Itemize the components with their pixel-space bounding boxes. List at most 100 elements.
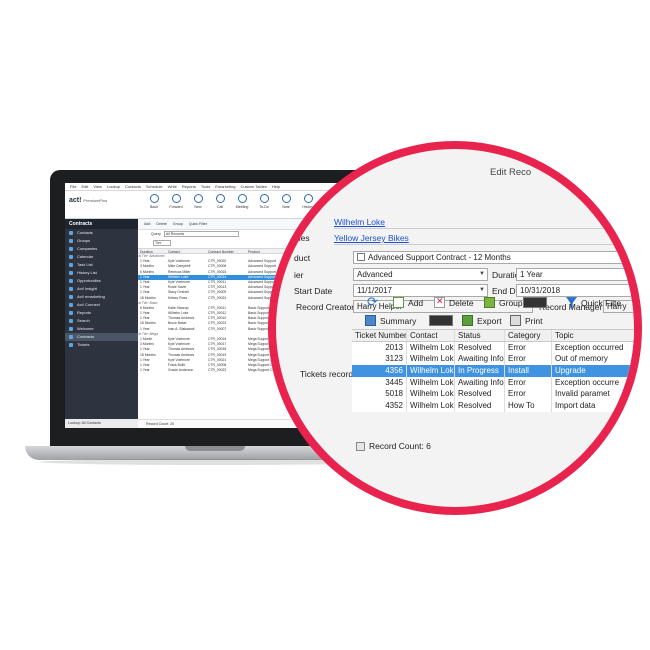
- menu-item-view[interactable]: View: [93, 183, 102, 190]
- ticket-row[interactable]: 2013 Wilhelm Loke Resolved Error Exception o…: [352, 341, 634, 354]
- toolbar-to-do-button[interactable]: To-Do: [255, 194, 273, 209]
- menu-item-file[interactable]: File: [70, 183, 76, 190]
- add-ticket-button[interactable]: Add: [393, 296, 423, 310]
- sidebar-item-calendar[interactable]: Calendar: [65, 253, 138, 261]
- export-icon: [462, 315, 473, 326]
- cell-contact: Wilhelm Loke: [407, 400, 455, 412]
- quick-filter-button[interactable]: Quick Filte: [566, 296, 621, 310]
- company-link[interactable]: Yellow Jersey Bikes: [334, 233, 409, 243]
- tier-chevron-down-icon[interactable]: ▼: [479, 269, 485, 280]
- toolbar-forward-button[interactable]: Forward: [167, 194, 185, 209]
- contact-link[interactable]: Wilhelm Loke: [334, 217, 385, 227]
- menu-item-lookup[interactable]: Lookup: [107, 183, 120, 190]
- delete-label: Delete: [449, 298, 474, 308]
- column-header-topic[interactable]: Topic: [552, 330, 634, 341]
- delete-icon: ✕: [434, 296, 445, 308]
- delete-ticket-button[interactable]: ✕ Delete: [434, 296, 474, 310]
- export-button[interactable]: Export: [462, 314, 502, 328]
- column-header-category[interactable]: Category: [505, 330, 552, 341]
- menu-item-contacts[interactable]: Contacts: [125, 183, 141, 190]
- act-logo: act! PremiumPlus: [69, 197, 108, 204]
- cell-contact: Wilhelm Loke: [407, 365, 455, 377]
- menu-item-tools[interactable]: Tools: [201, 183, 210, 190]
- duration-select[interactable]: 1 Year ▼: [516, 268, 634, 281]
- cell-topic: Upgrade: [555, 366, 586, 376]
- tier-group-label[interactable]: Tier: [153, 240, 171, 246]
- sync-button[interactable]: ⟳: [367, 295, 378, 309]
- cell-topic: Invalid paramet: [555, 389, 610, 399]
- cell-contact: Wilhelm Loke: [407, 376, 455, 389]
- column-header[interactable]: Duration: [138, 249, 168, 253]
- tickets-grid: Ticket Number Contact Status Category Topic 2…: [352, 329, 634, 412]
- sidebar-item-reports[interactable]: Reports: [65, 309, 138, 317]
- list-group-button[interactable]: Group: [173, 219, 183, 229]
- cell-contact: Ivan A. Stakaandi: [168, 326, 195, 331]
- cell-status: In Progress: [455, 365, 505, 377]
- sidebar-item-task-list[interactable]: Task List: [65, 261, 138, 269]
- sidebar-item-companies[interactable]: Companies: [65, 245, 138, 253]
- sidebar-item-opportunities[interactable]: Opportunities: [65, 277, 138, 285]
- summary-color-swatch[interactable]: [429, 315, 453, 326]
- toolbar-meeting-button[interactable]: Meeting: [233, 194, 251, 209]
- record-creator-label: Record Creator: [296, 302, 355, 312]
- menu-item-schedule[interactable]: Schedule: [146, 183, 163, 190]
- cell-status: Resolved: [455, 388, 505, 401]
- new-icon: [193, 194, 203, 203]
- cell-topic: Import data: [555, 401, 596, 411]
- ticket-row[interactable]: 5018 Wilhelm Loke Resolved Error Invalid par…: [352, 388, 634, 401]
- tier-select[interactable]: Advanced ▼: [353, 268, 488, 281]
- sidebar-item-act-connect[interactable]: Act! Connect: [65, 301, 138, 309]
- ticket-row[interactable]: 3123 Wilhelm Loke Awaiting Info Error Out of…: [352, 353, 634, 366]
- list-quick-filter-button[interactable]: Quick Filter: [189, 219, 207, 229]
- menu-item-edit[interactable]: Edit: [81, 183, 88, 190]
- add-icon: [393, 297, 404, 308]
- sidebar-item-history-list[interactable]: History List: [65, 269, 138, 277]
- sidebar-item-act-emarketing[interactable]: Act! emarketing: [65, 293, 138, 301]
- printer-icon: [510, 315, 521, 326]
- cell-ticket-number: 5018: [352, 388, 407, 401]
- menu-item-emarketing[interactable]: Emarketing: [215, 183, 235, 190]
- cell-contract-number: CTR_00023: [208, 368, 227, 373]
- query-label: Query: [151, 232, 161, 236]
- export-label: Export: [477, 316, 502, 326]
- start-date-chevron-down-icon[interactable]: ▼: [479, 285, 485, 296]
- menu-item-write[interactable]: Write: [168, 183, 177, 190]
- toolbar-back-button[interactable]: Back: [145, 194, 163, 209]
- column-header-ticket-number[interactable]: Ticket Number: [352, 330, 407, 341]
- cell-status: Resolved: [455, 341, 505, 354]
- column-header-status[interactable]: Status: [455, 330, 505, 341]
- sidebar-item-act-insight[interactable]: Act! Insight: [65, 285, 138, 293]
- ticket-row[interactable]: 3445 Wilhelm Loke Awaiting Info Error Except…: [352, 376, 634, 389]
- cell-contact: Wilhelm Loke: [407, 388, 455, 401]
- column-header[interactable]: Contact: [168, 249, 208, 253]
- ticket-row[interactable]: 4352 Wilhelm Loke Resolved How To Import dat…: [352, 400, 634, 412]
- list-add-button[interactable]: Add: [144, 219, 150, 229]
- tickets-header-row: Ticket Number Contact Status Category Topic: [352, 330, 634, 342]
- cell-topic: Exception occurre: [555, 377, 620, 387]
- column-header[interactable]: Contract Number: [208, 249, 248, 253]
- sidebar-item-groups[interactable]: Groups: [65, 237, 138, 245]
- duration-chevron-down-icon[interactable]: ▼: [627, 269, 633, 280]
- query-dropdown[interactable]: All Records: [163, 231, 239, 237]
- list-delete-button[interactable]: Delete: [156, 219, 166, 229]
- magnified-detail-view: Edit Reco Wilhelm Loke nies Yellow Jerse…: [276, 149, 634, 507]
- column-header-contact[interactable]: Contact: [407, 330, 455, 341]
- toolbar-new-button[interactable]: New: [189, 194, 207, 209]
- sidebar-item-contacts[interactable]: Contacts: [65, 229, 138, 237]
- sidebar-item-contracts[interactable]: Contracts: [65, 333, 138, 341]
- cell-ticket-number: 3123: [352, 353, 407, 366]
- summary-button[interactable]: Summary: [365, 314, 416, 328]
- product-field[interactable]: Advanced Support Contract - 12 Months: [353, 251, 634, 264]
- sidebar-title: Contracts: [65, 219, 138, 229]
- ticket-row[interactable]: 4356 Wilhelm Loke In Progress Install Upgrad…: [352, 365, 634, 377]
- sidebar-item-welcome[interactable]: Welcome: [65, 325, 138, 333]
- sidebar-item-search[interactable]: Search: [65, 317, 138, 325]
- print-button[interactable]: Print: [510, 314, 542, 328]
- menu-item-custom-tables[interactable]: Custom Tables: [240, 183, 266, 190]
- cell-contact: Kelsey Rosa: [168, 295, 188, 300]
- group-button[interactable]: Group: [484, 296, 523, 310]
- toolbar-call-button[interactable]: Call: [211, 194, 229, 209]
- group-color-swatch[interactable]: [523, 297, 547, 308]
- sidebar-item-tickets[interactable]: Tickets: [65, 341, 138, 349]
- menu-item-reports[interactable]: Reports: [182, 183, 196, 190]
